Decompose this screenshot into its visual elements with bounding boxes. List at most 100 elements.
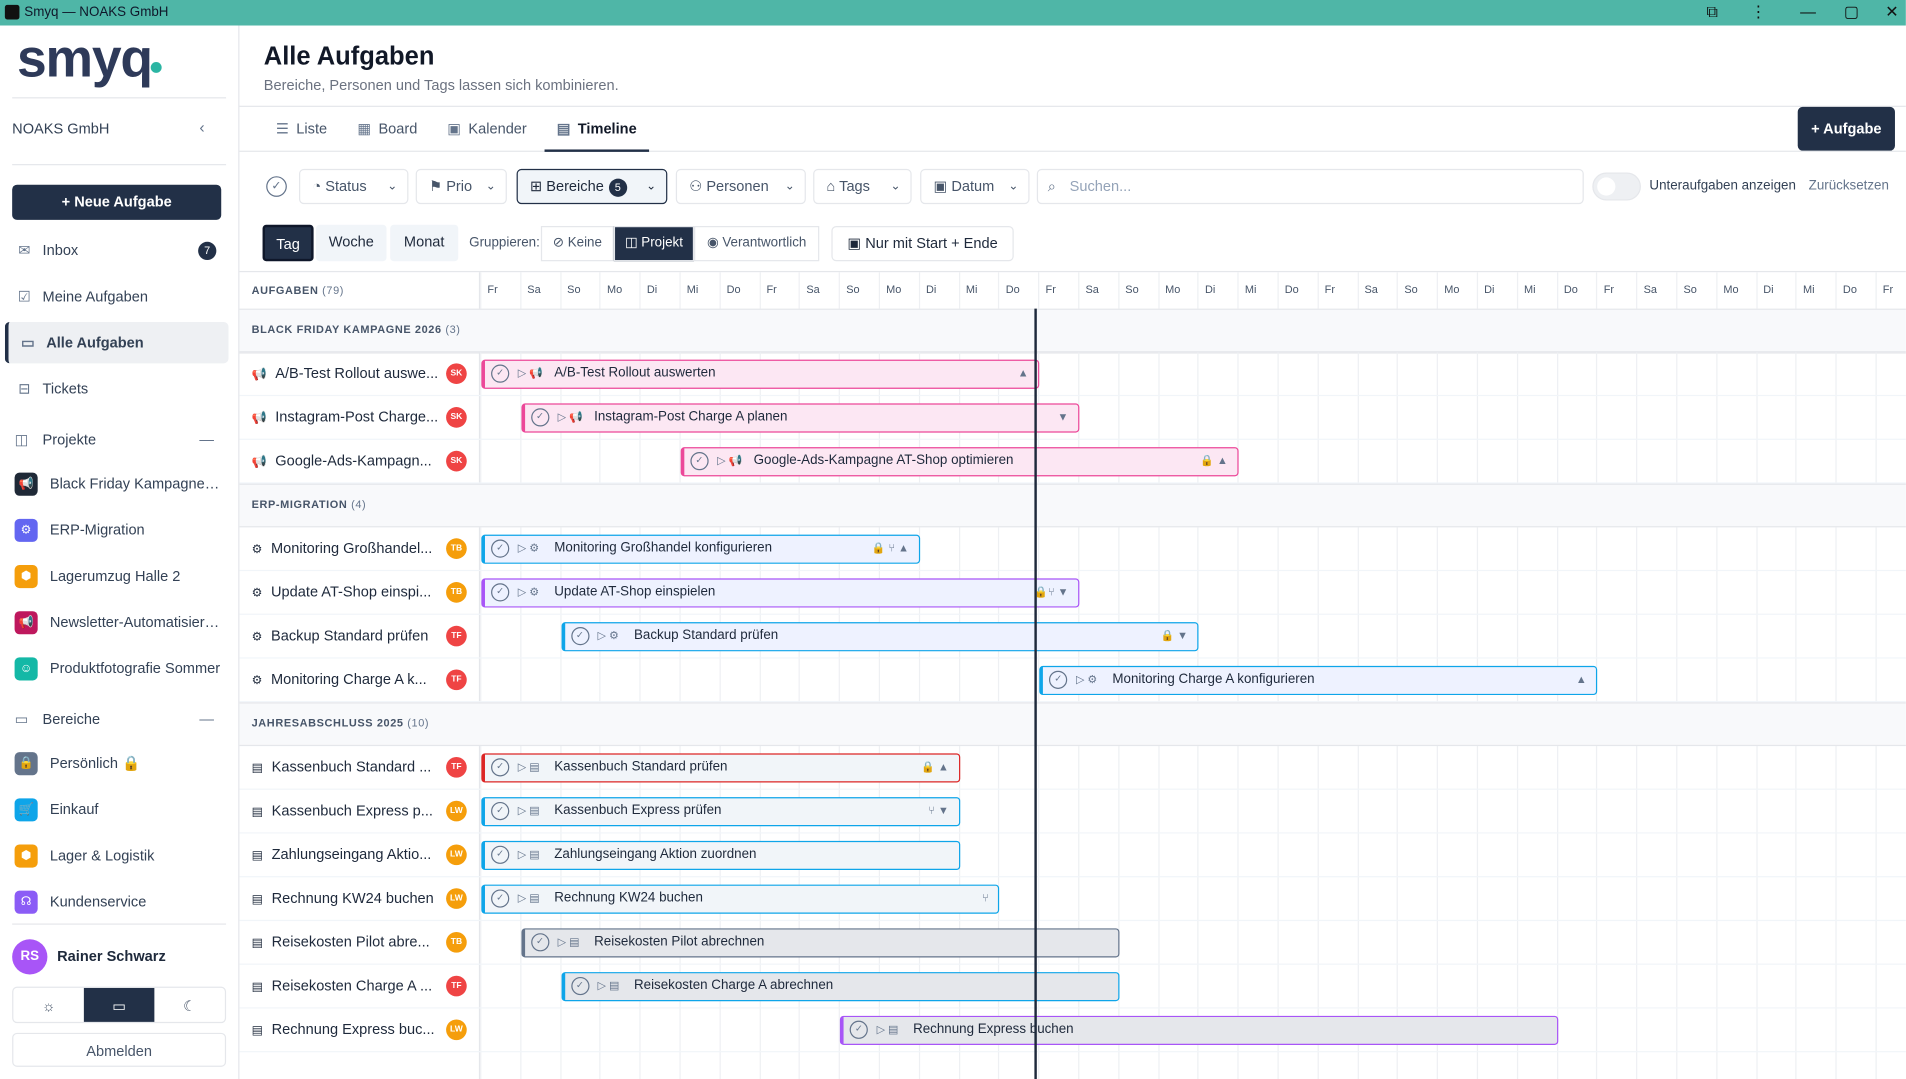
select-all-checkbox[interactable]: ✓ — [266, 176, 287, 197]
task-bar[interactable]: ✓ Instagram-Post Charge A planen ▷ 📢 ▼ — [521, 403, 1080, 433]
tab-kalender[interactable]: ▣ Kalender — [447, 107, 526, 152]
add-task-button[interactable]: + Aufgabe — [1797, 106, 1895, 151]
status-filter[interactable]: ◔ Status ⌄ — [299, 168, 409, 205]
complete-checkbox-icon[interactable]: ✓ — [491, 889, 510, 908]
complete-checkbox-icon[interactable]: ✓ — [1049, 670, 1068, 689]
table-row[interactable]: 📢 Google-Ads-Kampagn... SK ✓ Google-Ads-Kamp… — [239, 440, 1906, 484]
priority-flags: 🔒 ▲ — [1200, 454, 1228, 467]
task-bar[interactable]: ✓ Backup Standard prüfen ▷ ⚙ 🔒 ▼ — [561, 622, 1199, 652]
complete-checkbox-icon[interactable]: ✓ — [491, 758, 510, 777]
group-project-button[interactable]: ◫ Projekt — [613, 226, 695, 262]
minimize-icon[interactable]: — — [1800, 2, 1816, 20]
system-theme-icon[interactable]: ▭ — [83, 987, 155, 1022]
sidebar-item-alle-aufgaben[interactable]: ▭ Alle Aufgaben — [4, 322, 229, 364]
group-none-button[interactable]: ⊘ Keine — [540, 226, 614, 262]
extension-icon[interactable]: ⧉ — [1707, 2, 1718, 21]
month-view-button[interactable]: Monat — [390, 224, 459, 262]
table-row[interactable]: ⚙ Monitoring Großhandel... TB ✓ Monitoring G… — [239, 527, 1906, 572]
light-theme-icon[interactable]: ☼ — [13, 988, 83, 1022]
task-bar[interactable]: ✓ Monitoring Charge A konfigurieren ▷ ⚙ ▲ — [1039, 665, 1598, 696]
datum-filter[interactable]: ▣ Datum ⌄ — [920, 168, 1030, 205]
sidebar-area-item[interactable]: 🔒 Persönlich 🔒 — [5, 742, 229, 783]
tags-filter[interactable]: ⌂ Tags ⌄ — [813, 168, 912, 205]
start-end-button[interactable]: ▣ Nur mit Start + Ende — [831, 226, 1014, 262]
complete-checkbox-icon[interactable]: ✓ — [530, 933, 550, 952]
sidebar-project-item[interactable]: 📢 Black Friday Kampagne 2026 — [5, 463, 229, 504]
sidebar-item-meine-aufgaben[interactable]: ☑ Meine Aufgaben — [5, 276, 229, 317]
complete-checkbox-icon[interactable]: ✓ — [849, 1020, 869, 1039]
prio-filter[interactable]: ⚑ Prio ⌄ — [415, 168, 507, 205]
sidebar-area-item[interactable]: 🛒 Einkauf — [5, 789, 229, 830]
table-row[interactable]: ▤ Rechnung Express buc... LW ✓ Rechnung Expr… — [239, 1009, 1906, 1053]
sidebar-project-item[interactable]: 📢 Newsletter-Automatisierung — [5, 601, 229, 642]
task-bar[interactable]: ✓ Google-Ads-Kampagne AT-Shop optimieren ▷… — [680, 447, 1239, 477]
complete-checkbox-icon[interactable]: ✓ — [491, 801, 510, 821]
table-row[interactable]: ▤ Reisekosten Pilot abre... TB ✓ Reisekosten… — [239, 921, 1906, 965]
maximize-icon[interactable]: ▢ — [1844, 2, 1859, 21]
users-icon: ⚇ — [689, 177, 707, 195]
table-row[interactable]: ▤ Reisekosten Charge A ... TF ✓ Reisekosten … — [239, 965, 1906, 1009]
table-row[interactable]: ⚙ Backup Standard prüfen TF ✓ Backup Standar… — [239, 615, 1906, 659]
close-icon[interactable]: ✕ — [1885, 2, 1898, 21]
task-bar[interactable]: ✓ Rechnung KW24 buchen ▷ ▤ ⑂ — [481, 884, 1000, 914]
sidebar-project-item[interactable]: ⬢ Lagerumzug Halle 2 — [5, 555, 229, 596]
logout-button[interactable]: Abmelden — [12, 1032, 227, 1067]
subtasks-toggle[interactable] — [1592, 172, 1641, 201]
table-row[interactable]: ▤ Rechnung KW24 buchen LW ✓ Rechnung KW24 bu… — [239, 877, 1906, 922]
table-row[interactable]: 📢 Instagram-Post Charge... SK ✓ Instagram-Po… — [239, 396, 1906, 440]
task-bar[interactable]: ✓ Monitoring Großhandel konfigurieren ▷ ⚙ 🔒… — [481, 534, 920, 564]
table-row[interactable]: ▤ Kassenbuch Express p... LW ✓ Kassenbuch Ex… — [239, 790, 1906, 834]
group-header[interactable]: JAHRESABSCHLUSS 2025 (10) — [239, 702, 1906, 747]
task-bar[interactable]: ✓ A/B-Test Rollout auswerten ▷ 📢 ▲ — [481, 359, 1040, 389]
inbox-count-badge: 7 — [198, 241, 217, 261]
tab-liste[interactable]: ☰ Liste — [276, 107, 327, 152]
complete-checkbox-icon[interactable]: ✓ — [491, 539, 510, 558]
task-bar[interactable]: ✓ Kassenbuch Express prüfen ▷ ▤ ⑂ ▼ — [481, 797, 960, 827]
complete-checkbox-icon[interactable]: ✓ — [491, 364, 510, 383]
complete-checkbox-icon[interactable]: ✓ — [491, 583, 510, 602]
complete-checkbox-icon[interactable]: ✓ — [570, 976, 590, 996]
task-type-icon: 📢 — [251, 411, 267, 426]
reset-button[interactable]: Zurücksetzen — [1809, 179, 1889, 194]
sidebar-item-inbox[interactable]: ✉ Inbox 7 — [5, 230, 229, 271]
complete-checkbox-icon[interactable]: ✓ — [491, 845, 510, 864]
group-header[interactable]: ERP-MIGRATION (4) — [239, 483, 1906, 528]
task-bar[interactable]: ✓ Kassenbuch Standard prüfen ▷ ▤ 🔒 ▲ — [481, 753, 960, 783]
complete-checkbox-icon[interactable]: ✓ — [690, 452, 709, 471]
personen-filter[interactable]: ⚇ Personen ⌄ — [675, 168, 806, 205]
task-bar[interactable]: ✓ Update AT-Shop einspielen ▷ ⚙ 🔒⑂ ▼ — [481, 578, 1080, 608]
group-header[interactable]: BLACK FRIDAY KAMPAGNE 2026 (3) — [239, 308, 1906, 353]
calendar-icon: ▣ — [933, 177, 952, 195]
table-row[interactable]: ⚙ Update AT-Shop einspi... TB ✓ Update AT-Sh… — [239, 571, 1906, 615]
task-bar[interactable]: ✓ Zahlungseingang Aktion zuordnen ▷ ▤ — [481, 840, 960, 871]
new-task-button[interactable]: + Neue Aufgabe — [12, 184, 222, 220]
group-owner-button[interactable]: ◉ Verantwortlich — [694, 226, 820, 262]
dark-theme-icon[interactable]: ☾ — [154, 988, 224, 1022]
task-bar[interactable]: ✓ Rechnung Express buchen ▷ ▤ — [840, 1015, 1558, 1045]
complete-checkbox-icon[interactable]: ✓ — [570, 626, 590, 646]
sidebar-project-item[interactable]: ☺ Produktfotografie Sommer — [5, 648, 229, 689]
table-row[interactable]: 📢 A/B-Test Rollout auswe... SK ✓ A/B-Test Ro… — [239, 352, 1906, 397]
search-input[interactable]: ⌕ Suchen... — [1036, 168, 1584, 205]
weekday-label: Mo — [1444, 283, 1460, 296]
tab-timeline[interactable]: ▤ Timeline — [544, 107, 649, 152]
table-row[interactable]: ⚙ Monitoring Charge A k... TF ✓ Monitoring C… — [239, 659, 1906, 703]
collapse-sidebar-icon[interactable]: ‹ — [199, 118, 204, 136]
weekday-label: Fr — [1045, 283, 1056, 296]
task-bar[interactable]: ✓ Reisekosten Pilot abrechnen ▷ ▤ — [521, 928, 1120, 958]
sidebar-project-item[interactable]: ⚙ ERP-Migration — [5, 509, 229, 550]
avatar[interactable]: RS — [12, 939, 48, 975]
priority-flags: ▲ — [1017, 366, 1029, 380]
tab-board[interactable]: ▦ Board — [357, 107, 417, 152]
week-view-button[interactable]: Woche — [316, 224, 387, 262]
task-type-icon: ⚙ — [251, 674, 263, 688]
day-view-button[interactable]: Tag — [262, 224, 314, 262]
bereiche-filter[interactable]: ⊞ Bereiche 5 ⌄ — [516, 168, 668, 205]
table-row[interactable]: ▤ Zahlungseingang Aktio... LW ✓ Zahlungseing… — [239, 834, 1906, 878]
table-row[interactable]: ▤ Kassenbuch Standard ... TF ✓ Kassenbuch St… — [239, 746, 1906, 790]
more-menu-icon[interactable]: ⋮ — [1750, 2, 1766, 21]
sidebar-area-item[interactable]: ☊ Kundenservice — [5, 881, 229, 922]
sidebar-area-item[interactable]: ⬢ Lager & Logistik — [5, 835, 229, 876]
sidebar-item-tickets[interactable]: ⊟ Tickets — [5, 368, 229, 409]
complete-checkbox-icon[interactable]: ✓ — [530, 408, 550, 427]
